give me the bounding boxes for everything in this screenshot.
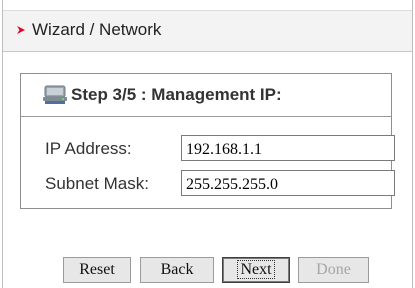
subnet-mask-label: Subnet Mask: (45, 174, 149, 193)
ip-address-row: IP Address: (21, 135, 395, 163)
reset-button[interactable]: Reset (63, 257, 131, 283)
network-computer-icon (43, 85, 67, 104)
ip-address-input[interactable] (181, 135, 395, 161)
management-ip-panel: Step 3/5 : Management IP: IP Address: Su… (20, 73, 395, 209)
done-button: Done (298, 257, 369, 283)
step-title: Step 3/5 : Management IP: (71, 85, 282, 104)
wizard-buttons: Reset Back Next Done (0, 257, 415, 283)
subnet-mask-row: Subnet Mask: (21, 170, 395, 198)
subnet-mask-input[interactable] (181, 170, 395, 196)
next-button[interactable]: Next (222, 257, 290, 283)
panel-header: Step 3/5 : Management IP: (21, 74, 391, 117)
ip-address-label: IP Address: (45, 139, 132, 158)
next-button-label: Next (237, 260, 275, 279)
chevron-right-icon (17, 26, 25, 34)
page-title: Wizard / Network (32, 20, 162, 39)
back-button[interactable]: Back (140, 257, 214, 283)
wizard-header: Wizard / Network (3, 10, 412, 52)
